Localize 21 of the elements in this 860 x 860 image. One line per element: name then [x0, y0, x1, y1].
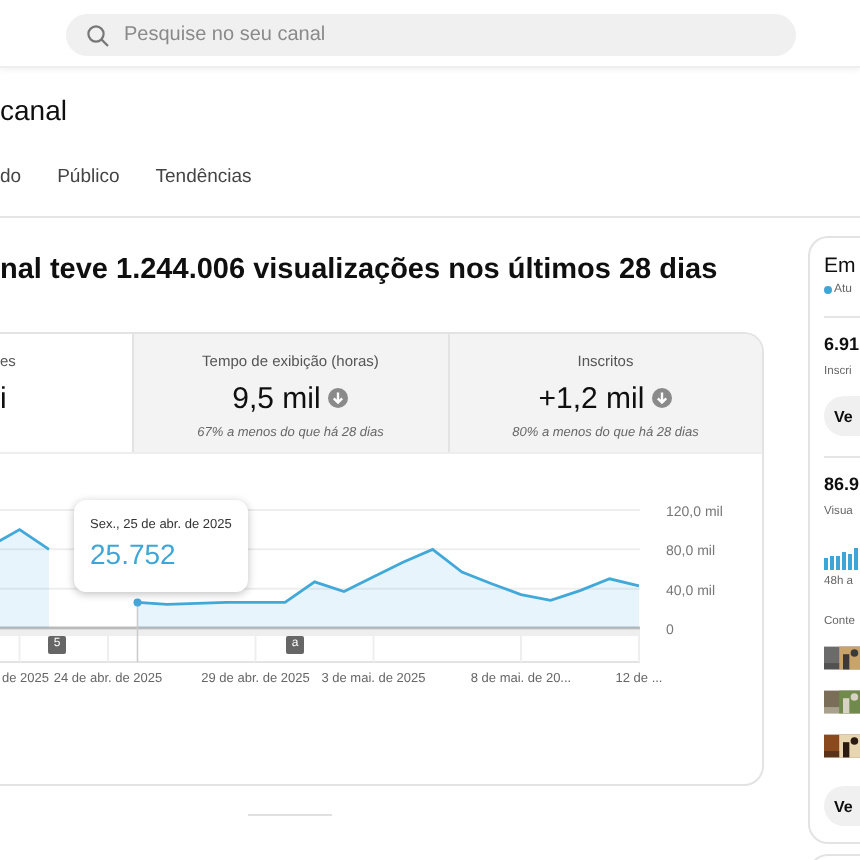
bar-sparkline — [824, 548, 860, 570]
search-icon — [86, 24, 110, 48]
metric-value: +1,2 mil — [538, 381, 645, 415]
headline: nal teve 1.244.006 visualizações nos últimos 28 dias — [0, 252, 720, 290]
view-count: 86.9 — [824, 474, 860, 498]
live-dot-icon — [824, 286, 832, 294]
metric-value: 9,5 mil — [232, 381, 321, 415]
tooltip-value: 25.752 — [90, 538, 178, 570]
data-point — [133, 598, 142, 607]
tab[interactable]: Público — [57, 160, 120, 192]
tab[interactable]: do — [0, 160, 22, 192]
page-title: canal — [0, 92, 69, 128]
search-field[interactable]: Pesquise no seu canal — [66, 14, 796, 56]
view-button[interactable]: Ve — [824, 396, 860, 436]
down-arrow-icon — [328, 388, 349, 408]
metric-value: i — [0, 381, 7, 415]
down-arrow-icon — [652, 388, 673, 408]
card-title: Em — [824, 254, 858, 280]
tab[interactable]: Tendências — [155, 160, 252, 192]
view-button[interactable]: Ve — [824, 786, 860, 826]
subscriber-count: 6.91 — [824, 334, 860, 358]
